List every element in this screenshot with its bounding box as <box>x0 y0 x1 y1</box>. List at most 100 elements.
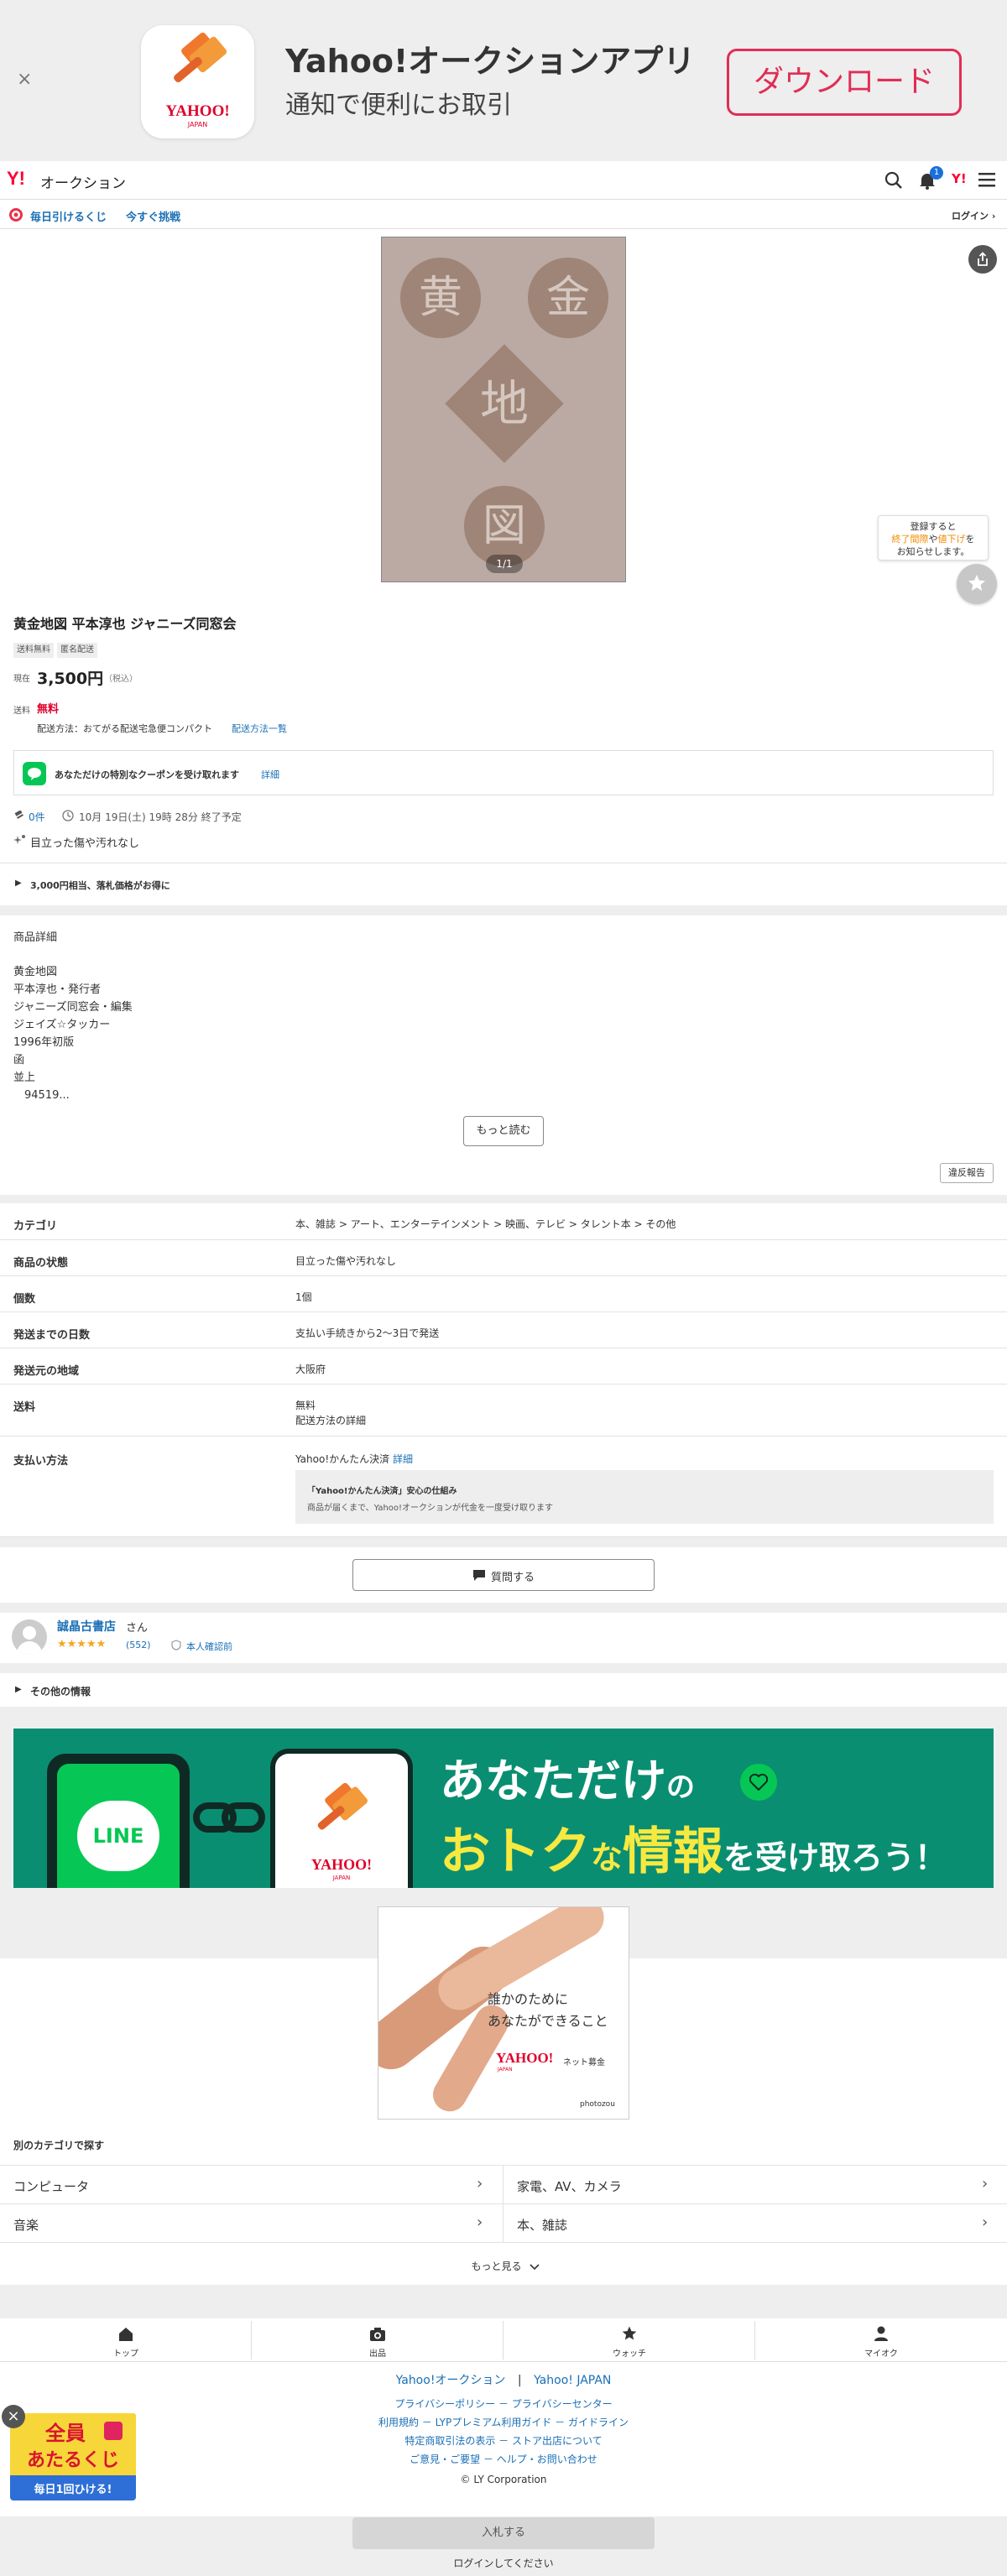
share-button[interactable] <box>968 245 997 274</box>
book-cover-char: 黄 <box>400 258 481 338</box>
share-icon <box>978 252 988 266</box>
yahoo-account-icon[interactable]: Y! <box>952 171 967 186</box>
category-breadcrumb-link[interactable]: 本、雑誌 > アート、エンターテインメント > 映画、テレビ > タレント本 >… <box>295 1217 676 1231</box>
tooltip-text: を <box>965 534 975 545</box>
chevron-right-icon: › <box>982 2175 989 2193</box>
link-chain-icon <box>193 1802 265 1833</box>
line-banner-text: おトク <box>440 1822 591 1881</box>
seller-honorific: さん <box>126 1622 149 1635</box>
donation-service-name: ネット募金 <box>563 2058 605 2068</box>
payment-detail-link[interactable]: 詳細 <box>393 1453 413 1465</box>
watch-button[interactable] <box>957 564 997 604</box>
category-electronics[interactable]: 家電、AV、カメラ › <box>503 2166 1007 2204</box>
tab-my-auction[interactable]: マイオク <box>755 2321 1007 2360</box>
description-line: 函 <box>13 1054 25 1066</box>
heart-icon <box>740 1764 777 1801</box>
description-line: 1996年初版 <box>13 1036 75 1049</box>
auction-logo-text[interactable]: オークション <box>40 171 126 192</box>
current-price: 3,500円 <box>37 670 104 688</box>
line-banner-text: な <box>591 1839 624 1876</box>
condition-link[interactable]: 目立った傷や汚れなし <box>295 1254 396 1268</box>
tab-watch[interactable]: ウォッチ <box>503 2321 755 2360</box>
line-icon <box>23 762 46 785</box>
promo-bar: 毎日引けるくじ 今すぐ挑戦 ログイン › <box>0 201 1007 229</box>
yahoo-logo[interactable]: Y! <box>7 168 25 190</box>
description-heading: 商品詳細 <box>13 931 58 944</box>
donation-ad[interactable]: 誰かのために あなたができること YAHOO! JAPAN ネット募金 phot… <box>378 1906 629 2120</box>
description-body: 黄金地図 平本淳也・発行者 ジャニーズ同窓会・編集 ジェイズ☆タッカー 1996… <box>13 963 133 1104</box>
category-label: コンピュータ <box>13 2179 90 2194</box>
payment-box-text: 商品が届くまで、Yahoo!オークションが代金を一度受け取ります <box>307 1504 554 1513</box>
lottery-badge-word: あたる <box>27 2450 83 2471</box>
tab-sell[interactable]: 出品 <box>252 2321 503 2360</box>
download-button[interactable]: ダウンロード <box>727 49 962 116</box>
show-more-categories[interactable]: もっと見る <box>0 2243 1007 2285</box>
category-computer[interactable]: コンピュータ › <box>0 2166 503 2204</box>
spec-key: 発送元の地域 <box>13 1365 80 1378</box>
footer-separator: | <box>517 2374 522 2387</box>
tooltip-text: や <box>928 534 938 545</box>
category-music[interactable]: 音楽 › <box>0 2204 503 2243</box>
footer-links-row[interactable]: 特定商取引法の表示 － ストア出店について <box>0 2433 1007 2448</box>
lottery-link[interactable]: 毎日引けるくじ <box>30 208 107 224</box>
yahoo-logo-text: YAHOO! <box>165 102 230 120</box>
bid-button[interactable]: 入札する <box>352 2517 655 2549</box>
spec-value: 無料 <box>295 1400 316 1411</box>
app-banner: × YAHOO! JAPAN Yahoo!オークションアプリ 通知で便利にお取引… <box>0 0 1007 161</box>
item-title: 黄金地図 平本淳也 ジャニーズ同窓会 <box>13 616 237 632</box>
watch-tooltip: 登録すると 終了間際や値下げを お知らせします。 <box>878 515 989 561</box>
spec-value: 1個 <box>295 1291 312 1303</box>
notification-badge: 1 <box>930 166 943 180</box>
price-tip-row[interactable]: ▶ 3,000円相当、落札価格がお得に <box>0 863 1007 905</box>
bid-count[interactable]: 0件 <box>29 810 45 824</box>
other-info-row[interactable]: ▶ その他の情報 <box>0 1673 1007 1707</box>
clock-icon <box>62 810 74 821</box>
line-promo-banner[interactable]: LINE YAHOO! JAPAN あなただけの おトクな情報を受け取ろう！ <box>13 1729 994 1888</box>
lottery-badge-text: あたるくじ <box>27 2445 119 2472</box>
search-icon[interactable] <box>884 171 903 190</box>
seller-row[interactable]: 誠晶古書店 さん ★★★★★ (552) 本人確認前 <box>0 1613 1007 1663</box>
tab-top[interactable]: トップ <box>0 2321 252 2360</box>
footer-links-row[interactable]: ご意見・ご要望 － ヘルプ・お問い合わせ <box>0 2452 1007 2466</box>
spec-row-shipping: 送料 無料 配送方法の詳細 <box>0 1384 1007 1437</box>
section-divider <box>0 1663 1007 1673</box>
question-button[interactable]: 質問する <box>352 1559 655 1591</box>
tab-label: ウォッチ <box>613 2349 646 2359</box>
star-icon <box>622 2326 637 2340</box>
chevron-down-icon <box>529 2264 540 2271</box>
menu-icon[interactable] <box>978 172 995 187</box>
book-cover-char: 地 <box>479 375 529 432</box>
footer-links-row[interactable]: 利用規約 － LYPプレミアム利用ガイド － ガイドライン <box>0 2415 1007 2429</box>
login-link[interactable]: ログイン › <box>952 209 995 222</box>
coupon-card[interactable]: あなただけの特別なクーポンを受け取れます 詳細 <box>13 750 994 795</box>
seller-rating-count[interactable]: (552) <box>126 1640 151 1650</box>
seller-name-link[interactable]: 誠晶古書店 <box>57 1618 116 1635</box>
shipping-methods-link[interactable]: 配送方法一覧 <box>232 722 287 735</box>
footer-auction-link[interactable]: Yahoo!オークション <box>396 2374 506 2387</box>
footer-yahoo-link[interactable]: Yahoo! JAPAN <box>534 2374 611 2387</box>
coupon-detail-link[interactable]: 詳細 <box>261 768 279 781</box>
lottery-floating-badge[interactable]: 全員 あたるくじ 毎日1回ひける! <box>10 2413 136 2500</box>
browse-heading: 別のカテゴリで探す <box>13 2140 105 2151</box>
line-banner-text: を受け取ろう！ <box>723 1839 947 1876</box>
close-icon[interactable]: × <box>2 2405 25 2428</box>
section-divider <box>0 905 1007 915</box>
challenge-link[interactable]: 今すぐ挑戦 <box>126 208 180 224</box>
site-header: Y! オークション 1 Y! <box>0 161 1007 200</box>
line-banner-headline-2: おトクな情報を受け取ろう！ <box>440 1811 947 1884</box>
section-divider <box>0 2285 1007 2318</box>
item-image[interactable]: 黄 金 地 図 1/1 <box>381 237 626 582</box>
category-label: 本、雑誌 <box>517 2218 568 2233</box>
user-icon <box>874 2326 888 2341</box>
shipping-detail-link[interactable]: 配送方法の詳細 <box>295 1413 366 1427</box>
app-banner-title: Yahoo!オークションアプリ <box>285 43 696 80</box>
hammer-icon <box>174 32 227 83</box>
category-books[interactable]: 本、雑誌 › <box>503 2204 1007 2243</box>
read-more-button[interactable]: もっと読む <box>463 1116 544 1146</box>
report-button[interactable]: 違反報告 <box>940 1163 994 1183</box>
yahoo-logo-sub: JAPAN <box>187 121 208 128</box>
footer-links-row[interactable]: プライバシーポリシー － プライバシーセンター <box>0 2396 1007 2411</box>
copyright: © LY Corporation <box>460 2474 547 2485</box>
close-icon[interactable]: × <box>17 69 32 90</box>
phone-mockup: YAHOO! JAPAN <box>270 1749 413 1888</box>
